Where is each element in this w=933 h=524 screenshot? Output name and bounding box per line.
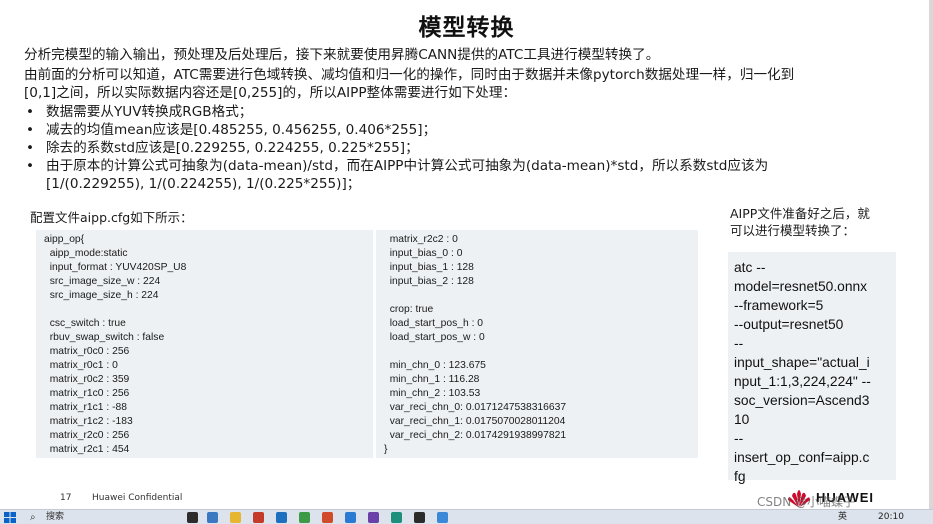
command-line: --output=resnet50: [734, 317, 844, 332]
app-icon-teal[interactable]: [391, 512, 402, 523]
bullet-item: 减去的均值mean应该是[0.485255, 0.456255, 0.406*2…: [24, 121, 924, 139]
code-line: matrix_r2c2 : 0: [384, 234, 458, 245]
clock-time[interactable]: 20:10: [878, 511, 904, 524]
analysis-paragraph-line1: 由前面的分析可以知道，ATC需要进行色域转换、减均值和归一化的操作，同时由于数据…: [24, 67, 795, 83]
code-line: matrix_r1c2 : -183: [44, 416, 133, 427]
code-line: var_reci_chn_0: 0.0171247538316637: [384, 402, 567, 413]
code-line: min_chn_1 : 116.28: [384, 374, 480, 385]
aipp-config-code-right: matrix_r2c2 : 0 input_bias_0 : 0 input_b…: [376, 230, 698, 458]
bullet-item: 由于原本的计算公式可抽象为(data-mean)/std，而在AIPP中计算公式…: [24, 157, 924, 175]
code-line: matrix_r2c1 : 454: [44, 444, 130, 455]
app-icon-blue[interactable]: [345, 512, 356, 523]
edge-browser-icon[interactable]: [207, 512, 218, 523]
code-line: }: [384, 444, 388, 455]
conversion-caption: AIPP文件准备好之后，就 可以进行模型转换了：: [730, 205, 900, 239]
code-line: matrix_r0c2 : 359: [44, 374, 130, 385]
search-icon: ⌕: [30, 512, 36, 523]
vscode-icon[interactable]: [276, 512, 287, 523]
command-line: soc_version=Ascend3: [734, 393, 870, 408]
code-line: csc_switch : true: [44, 318, 126, 329]
app-icon-dark[interactable]: [414, 512, 425, 523]
code-line: src_image_size_h : 224: [44, 290, 159, 301]
code-line: input_bias_0 : 0: [384, 248, 463, 259]
code-line: var_reci_chn_2: 0.0174291938997821: [384, 430, 567, 441]
code-line: var_reci_chn_1: 0.0175070028011204: [384, 416, 566, 427]
command-line: nput_1:1,3,224,224" --: [734, 374, 871, 389]
config-caption: 配置文件aipp.cfg如下所示：: [30, 210, 193, 225]
command-line: atc --: [734, 260, 766, 275]
intro-paragraph: 分析完模型的输入输出，预处理及后处理后，接下来就要使用昇腾CANN提供的ATC工…: [24, 47, 660, 63]
slide-title: 模型转换: [418, 15, 515, 41]
aipp-config-code-left: aipp_op{ aipp_mode:static input_format :…: [36, 230, 373, 458]
code-line: input_format : YUV420SP_U8: [44, 262, 187, 273]
code-line: matrix_r0c1 : 0: [44, 360, 118, 371]
code-line: input_bias_2 : 128: [384, 276, 474, 287]
command-line: --: [734, 431, 744, 446]
app-icon-green[interactable]: [299, 512, 310, 523]
bullet-item: 除去的系数std应该是[0.229255, 0.224255, 0.225*25…: [24, 139, 924, 157]
file-explorer-icon[interactable]: [230, 512, 241, 523]
analysis-paragraph-line2: [0,1]之间，所以实际数据内容还是[0,255]的，所以AIPP整体需要进行如…: [24, 85, 517, 101]
taskbar-search-box[interactable]: ⌕ 搜索: [30, 511, 180, 524]
ime-indicator[interactable]: 英: [838, 511, 847, 524]
app-icon-light-blue[interactable]: [437, 512, 448, 523]
code-line: matrix_r1c0 : 256: [44, 388, 130, 399]
code-line: matrix_r2c0 : 256: [44, 430, 130, 441]
processing-steps-list: 数据需要从YUV转换成RGB格式； 减去的均值mean应该是[0.485255,…: [24, 103, 924, 193]
taskbar-search-placeholder: 搜索: [46, 512, 65, 522]
code-line: matrix_r1c1 : -88: [44, 402, 127, 413]
code-line: min_chn_2 : 103.53: [384, 388, 481, 399]
bullet-item-continuation: [1/(0.229255), 1/(0.224255), 1/(0.225*25…: [46, 176, 361, 192]
windows-start-icon[interactable]: [4, 512, 16, 523]
code-line: matrix_r0c0 : 256: [44, 346, 130, 357]
code-line: aipp_mode:static: [44, 248, 128, 259]
command-line: fg: [734, 469, 746, 484]
bullet-item: 数据需要从YUV转换成RGB格式；: [24, 103, 924, 121]
windows-taskbar: ⌕ 搜索 英 20:10: [0, 509, 933, 524]
conversion-caption-line2: 可以进行模型转换了：: [730, 223, 856, 238]
code-line: crop: true: [384, 304, 434, 315]
command-line: 10: [734, 412, 750, 427]
code-line: aipp_op{: [44, 234, 85, 245]
command-line: insert_op_conf=aipp.c: [734, 450, 870, 465]
powerpoint-icon[interactable]: [253, 512, 264, 523]
code-line: min_chn_0 : 123.675: [384, 360, 486, 371]
csdn-watermark: CSDN @小喵蝶子: [757, 495, 856, 509]
task-view-icon[interactable]: [187, 512, 198, 523]
code-line: load_start_pos_w : 0: [384, 332, 485, 343]
code-line: input_bias_1 : 128: [384, 262, 474, 273]
command-line: --: [734, 336, 744, 351]
atc-command-box: atc -- model=resnet50.onnx --framework=5…: [728, 252, 896, 484]
confidential-label: Huawei Confidential: [92, 493, 183, 503]
conversion-caption-line1: AIPP文件准备好之后，就: [730, 206, 870, 221]
code-line: rbuv_swap_switch : false: [44, 332, 165, 343]
code-line: src_image_size_w : 224: [44, 276, 161, 287]
app-icon-orange[interactable]: [322, 512, 333, 523]
slide: 模型转换 分析完模型的输入输出，预处理及后处理后，接下来就要使用昇腾CANN提供…: [0, 0, 933, 509]
command-line: input_shape="actual_i: [734, 355, 870, 370]
app-icon-purple[interactable]: [368, 512, 379, 523]
code-line: load_start_pos_h : 0: [384, 318, 484, 329]
command-line: --framework=5: [734, 298, 824, 313]
page-number: 17: [60, 493, 72, 503]
command-line: model=resnet50.onnx: [734, 279, 868, 294]
